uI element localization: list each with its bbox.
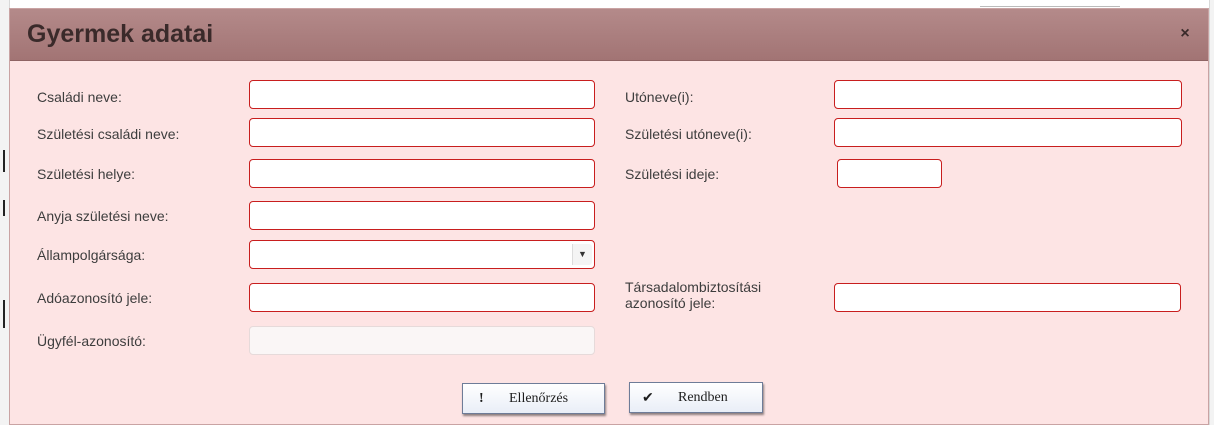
social-security-id-label-line1: Társadalombiztosítási xyxy=(625,279,762,295)
social-security-id-label: Társadalombiztosítási azonosító jele: xyxy=(625,279,761,311)
birth-given-name-label: Születési utóneve(i): xyxy=(625,126,752,142)
client-id-input xyxy=(249,326,595,355)
client-id-label: Ügyfél-azonosító: xyxy=(37,333,146,349)
close-icon[interactable]: × xyxy=(1176,25,1194,43)
family-name-label: Családi neve: xyxy=(37,89,122,105)
birth-date-label: Születési ideje: xyxy=(625,166,720,182)
top-edge xyxy=(0,0,1214,8)
social-security-id-label-line2: azonosító jele: xyxy=(625,295,716,311)
tax-id-input[interactable] xyxy=(249,283,595,312)
dialog-title: Gyermek adatai xyxy=(27,20,214,48)
mother-name-label: Anyja születési neve: xyxy=(37,208,169,224)
citizenship-label: Állampolgársága: xyxy=(37,247,146,263)
family-name-input[interactable] xyxy=(249,80,595,109)
birth-family-name-label: Születési családi neve: xyxy=(37,126,180,142)
edge-mark xyxy=(3,150,5,172)
ok-button-label: Rendben xyxy=(678,390,728,405)
birth-place-input[interactable] xyxy=(249,159,595,188)
social-security-id-input[interactable] xyxy=(834,283,1181,312)
chevron-down-icon[interactable]: ▼ xyxy=(572,244,592,265)
check-button[interactable]: ! Ellenőrzés xyxy=(462,383,605,414)
child-data-dialog: Gyermek adatai × Családi neve: Utóneve(i… xyxy=(9,8,1209,425)
tax-id-label: Adóazonosító jele: xyxy=(37,290,153,306)
checkmark-icon: ✔ xyxy=(642,391,654,406)
birth-family-name-input[interactable] xyxy=(249,118,595,147)
citizenship-select[interactable]: ▼ xyxy=(249,240,595,269)
birth-given-name-input[interactable] xyxy=(834,118,1182,147)
ok-button[interactable]: ✔ Rendben xyxy=(629,382,763,413)
edge-mark xyxy=(3,300,5,328)
mother-name-input[interactable] xyxy=(249,201,595,230)
background-right-edge xyxy=(1209,0,1214,425)
check-button-label: Ellenőrzés xyxy=(509,391,569,406)
given-name-input[interactable] xyxy=(834,80,1182,109)
birth-date-input[interactable] xyxy=(837,159,942,188)
given-name-label: Utóneve(i): xyxy=(625,89,694,105)
exclamation-icon: ! xyxy=(479,391,484,406)
dialog-titlebar: Gyermek adatai × xyxy=(10,9,1208,61)
edge-mark xyxy=(3,200,5,216)
birth-place-label: Születési helye: xyxy=(37,166,136,182)
divider xyxy=(980,6,1120,7)
